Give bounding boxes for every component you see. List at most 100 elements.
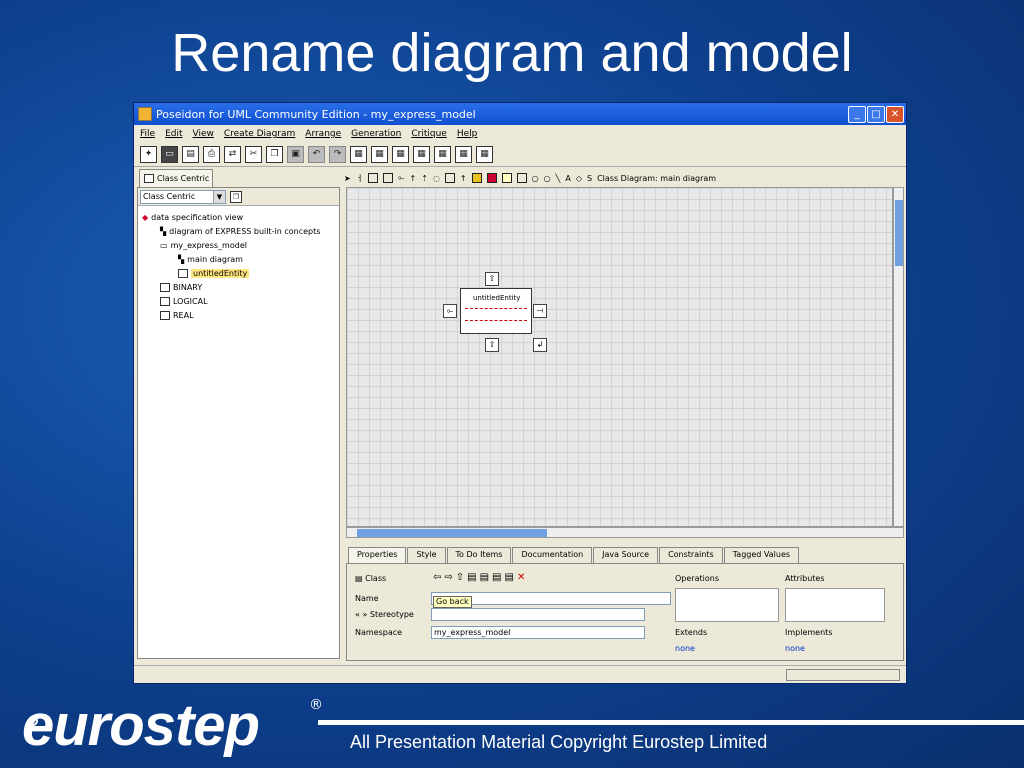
menu-help[interactable]: Help bbox=[457, 129, 478, 139]
diagram-icon-5[interactable]: ▦ bbox=[434, 146, 451, 163]
entity-box[interactable]: untitledEntity bbox=[460, 288, 532, 334]
class-icon bbox=[178, 268, 188, 278]
association-right-handle[interactable]: ⟞ bbox=[533, 304, 547, 318]
tab-label: Class Centric bbox=[157, 174, 210, 183]
open-icon[interactable]: ▭ bbox=[161, 146, 178, 163]
realization-tool-icon[interactable]: ⇡ bbox=[421, 174, 428, 183]
tab-constraints[interactable]: Constraints bbox=[659, 547, 723, 563]
nav-buttons[interactable]: ⇦⇨⇧▤▤▤▤✕ bbox=[433, 572, 528, 583]
operations-list[interactable] bbox=[675, 588, 779, 622]
class-tool-icon[interactable] bbox=[368, 173, 379, 183]
tab-java-source[interactable]: Java Source bbox=[593, 547, 659, 563]
maximize-button[interactable]: □ bbox=[867, 105, 885, 123]
tree-label: untitledEntity bbox=[191, 268, 250, 278]
diagram-icon-3[interactable]: ▦ bbox=[392, 146, 409, 163]
tab-class-centric[interactable]: Class Centric bbox=[139, 169, 213, 187]
print-icon[interactable]: ⎙ bbox=[203, 146, 220, 163]
color-tool-icon[interactable] bbox=[471, 173, 482, 183]
menu-bar: File Edit View Create Diagram Arrange Ge… bbox=[134, 125, 906, 143]
export-icon[interactable]: ⇄ bbox=[224, 146, 241, 163]
class-icon bbox=[160, 282, 170, 292]
attribute-tool-icon[interactable] bbox=[444, 173, 455, 183]
rect-tool-icon[interactable] bbox=[516, 173, 527, 183]
dependency-tool-icon[interactable]: ↑ bbox=[460, 174, 467, 183]
menu-critique[interactable]: Critique bbox=[411, 129, 446, 139]
diagram-label: Class Diagram: main diagram bbox=[597, 173, 717, 183]
spline-tool-icon[interactable]: S bbox=[587, 174, 592, 183]
diagram-icon-7[interactable]: ▦ bbox=[476, 146, 493, 163]
select-arrow-icon[interactable]: ➤ bbox=[344, 174, 351, 183]
circle-tool-icon[interactable]: ○ bbox=[544, 174, 551, 183]
menu-file[interactable]: File bbox=[140, 129, 155, 139]
diagram-icon-2[interactable]: ▦ bbox=[371, 146, 388, 163]
menu-arrange[interactable]: Arrange bbox=[305, 129, 341, 139]
line-tool-icon[interactable]: ╲ bbox=[556, 174, 561, 183]
ellipse-tool-icon[interactable]: ○ bbox=[532, 174, 539, 183]
note-tool-icon[interactable] bbox=[501, 173, 512, 183]
tree-item[interactable]: ◆ data specification view bbox=[142, 210, 335, 224]
paste-icon[interactable]: ▣ bbox=[287, 146, 304, 163]
save-icon[interactable]: ▤ bbox=[182, 146, 199, 163]
tab-todo[interactable]: To Do Items bbox=[446, 547, 512, 563]
class-label-text: Class bbox=[365, 574, 387, 583]
chevron-down-icon[interactable]: ▼ bbox=[213, 190, 225, 203]
specialization-handle[interactable]: ⇧ bbox=[485, 338, 499, 352]
text-tool-icon[interactable]: A bbox=[565, 174, 570, 183]
new-view-icon[interactable]: ❐ bbox=[230, 190, 242, 203]
minimize-button[interactable]: _ bbox=[848, 105, 866, 123]
tab-documentation[interactable]: Documentation bbox=[512, 547, 593, 563]
fill-tool-icon[interactable] bbox=[486, 173, 497, 183]
association-left-handle[interactable]: ⟜ bbox=[443, 304, 457, 318]
menu-create-diagram[interactable]: Create Diagram bbox=[224, 129, 295, 139]
tree-item[interactable]: ▚ diagram of EXPRESS built-in concepts bbox=[142, 224, 335, 238]
menu-edit[interactable]: Edit bbox=[165, 129, 182, 139]
tree-item[interactable]: BINARY bbox=[142, 280, 335, 294]
package-tool-icon[interactable]: ◌ bbox=[433, 174, 440, 183]
generalization-handle[interactable]: ⇧ bbox=[485, 272, 499, 286]
tree-item[interactable]: LOGICAL bbox=[142, 294, 335, 308]
cut-icon[interactable]: ✂ bbox=[245, 146, 262, 163]
status-bar bbox=[134, 665, 906, 683]
canvas-vertical-scrollbar[interactable] bbox=[893, 187, 904, 527]
menu-generation[interactable]: Generation bbox=[351, 129, 401, 139]
tab-style[interactable]: Style bbox=[407, 547, 446, 563]
canvas-horizontal-scrollbar[interactable] bbox=[346, 527, 904, 538]
stereotype-select[interactable] bbox=[431, 608, 645, 621]
redo-icon[interactable]: ↷ bbox=[329, 146, 346, 163]
interface-tool-icon[interactable] bbox=[383, 173, 394, 183]
namespace-label: Namespace bbox=[355, 628, 403, 637]
note-handle[interactable]: ↲ bbox=[533, 338, 547, 352]
association-tool-icon[interactable]: ⟜ bbox=[398, 173, 404, 183]
tree-item[interactable]: untitledEntity bbox=[142, 266, 335, 280]
diagram-icon-1[interactable]: ▦ bbox=[350, 146, 367, 163]
menu-view[interactable]: View bbox=[193, 129, 214, 139]
diagram-icon-4[interactable]: ▦ bbox=[413, 146, 430, 163]
tree-item[interactable]: ▚ main diagram bbox=[142, 252, 335, 266]
window-title: Poseidon for UML Community Edition - my_… bbox=[156, 107, 476, 121]
diagram-icon-6[interactable]: ▦ bbox=[455, 146, 472, 163]
attributes-list[interactable] bbox=[785, 588, 885, 622]
new-icon[interactable]: ✦ bbox=[140, 146, 157, 163]
tree-label: my_express_model bbox=[170, 240, 247, 250]
tree-item[interactable]: ▭ my_express_model bbox=[142, 238, 335, 252]
operation-compartment bbox=[465, 319, 527, 321]
namespace-select[interactable]: my_express_model bbox=[431, 626, 645, 639]
polygon-tool-icon[interactable]: ◇ bbox=[576, 174, 582, 183]
diagram-icon: ▚ bbox=[160, 226, 167, 236]
tab-tagged-values[interactable]: Tagged Values bbox=[723, 547, 800, 563]
tree-label: data specification view bbox=[151, 212, 244, 222]
tree-label: main diagram bbox=[187, 254, 243, 264]
undo-icon[interactable]: ↶ bbox=[308, 146, 325, 163]
tree-item[interactable]: REAL bbox=[142, 308, 335, 322]
broom-icon[interactable]: ㅓ bbox=[356, 173, 363, 184]
navigation-panel: Class Centric ▼ ❐ ◆ data specification vi… bbox=[137, 187, 340, 659]
close-button[interactable]: ✕ bbox=[886, 105, 904, 123]
tab-properties[interactable]: Properties bbox=[348, 547, 407, 563]
view-select[interactable]: Class Centric ▼ bbox=[140, 189, 226, 204]
copy-icon[interactable]: ❐ bbox=[266, 146, 283, 163]
class-icon bbox=[144, 174, 154, 183]
tree-label: BINARY bbox=[173, 282, 203, 292]
main-toolbar: ✦ ▭ ▤ ⎙ ⇄ ✂ ❐ ▣ ↶ ↷ ▦ ▦ ▦ ▦ ▦ ▦ ▦ bbox=[134, 143, 906, 167]
diagram-canvas[interactable]: untitledEntity ⇧ ⟜ ⟞ ⇧ ↲ bbox=[346, 187, 893, 527]
generalization-tool-icon[interactable]: ↑ bbox=[409, 174, 416, 183]
